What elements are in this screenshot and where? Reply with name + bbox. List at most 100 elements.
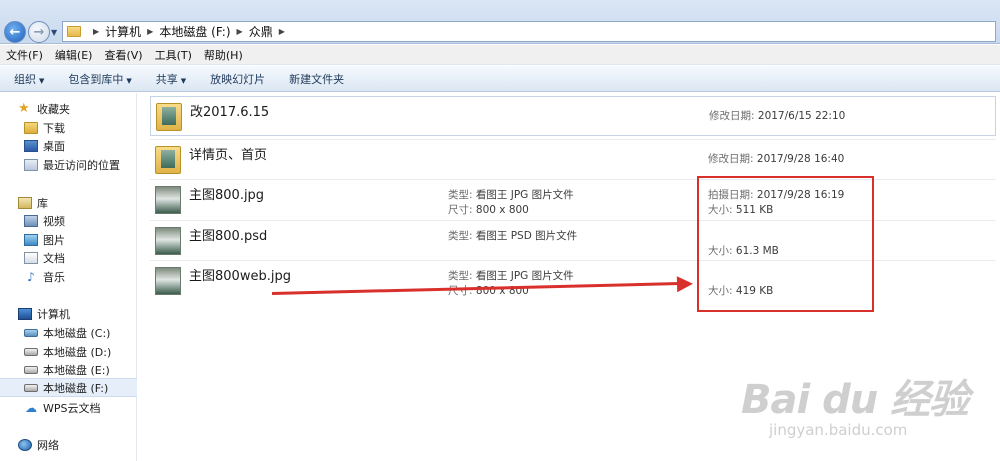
field-label: 修改日期: <box>709 110 755 122</box>
watermark-logo: Bai du 经验 <box>741 377 969 423</box>
field-value: 2017/6/15 22:10 <box>757 110 846 122</box>
field-value: 800 x 800 <box>475 204 529 216</box>
sidebar-item-label: 视频 <box>43 214 65 228</box>
menu-tools[interactable]: 工具(T) <box>155 47 192 63</box>
share-label: 共享 <box>155 72 178 86</box>
network-globe-icon <box>18 438 32 451</box>
sidebar-item-pictures[interactable]: 图片 <box>0 230 137 249</box>
sidebar-item-label: 网络 <box>37 438 59 452</box>
sidebar-item-recent[interactable]: 最近访问的位置 <box>0 155 137 174</box>
file-type: 类型: 看图王 JPG 图片文件 <box>448 187 574 202</box>
file-type: 类型: 看图王 JPG 图片文件 <box>448 268 574 283</box>
sidebar-item-desktop[interactable]: 桌面 <box>0 136 137 155</box>
drive-icon <box>24 365 38 374</box>
file-name: 改2017.6.15 <box>190 105 270 120</box>
address-bar-area: ← → ▼ ▶ 计算机 ▶ 本地磁盘 (F:) ▶ 众鼎 ▶ <box>0 0 1000 44</box>
field-label: 类型: <box>448 189 473 201</box>
baidu-watermark: Bai du 经验 jingyan.baidu.com <box>741 367 969 439</box>
menu-edit[interactable]: 编辑(E) <box>55 47 93 63</box>
file-name: 主图800.psd <box>189 229 268 244</box>
caret-down-icon: ▼ <box>39 76 45 85</box>
drive-icon <box>24 347 38 356</box>
file-dimensions: 尺寸: 800 x 800 <box>448 202 529 217</box>
menu-file[interactable]: 文件(F) <box>6 47 43 63</box>
back-arrow-icon: ← <box>9 24 21 40</box>
sidebar-item-music[interactable]: ♪ 音乐 <box>0 267 137 286</box>
slideshow-button[interactable]: 放映幻灯片 <box>210 71 265 87</box>
image-thumbnail <box>155 227 181 255</box>
sidebar-item-downloads[interactable]: 下载 <box>0 118 137 137</box>
breadcrumb-drive-f[interactable]: 本地磁盘 (F:) <box>159 23 230 40</box>
sidebar-item-label: 文档 <box>43 251 65 265</box>
back-button[interactable]: ← <box>4 21 26 43</box>
modified-date: 修改日期: 2017/6/15 22:10 <box>709 108 845 123</box>
sidebar-item-label: 下载 <box>43 121 65 135</box>
annotation-highlight-box <box>697 176 874 312</box>
pictures-icon <box>24 233 38 246</box>
folder-icon <box>155 146 181 174</box>
include-library-label: 包含到库中 <box>68 72 124 86</box>
file-type: 类型: 看图王 PSD 图片文件 <box>448 228 577 243</box>
breadcrumb-computer[interactable]: 计算机 <box>105 23 141 40</box>
field-value: 看图王 PSD 图片文件 <box>475 230 578 242</box>
computer-icon <box>18 307 32 320</box>
menu-help[interactable]: 帮助(H) <box>204 47 243 63</box>
field-label: 类型: <box>448 230 473 242</box>
sidebar-item-label: 最近访问的位置 <box>43 158 120 172</box>
library-icon <box>18 196 32 209</box>
chevron-right-icon[interactable]: ▶ <box>237 27 243 36</box>
sidebar-item-computer[interactable]: 计算机 <box>0 304 137 323</box>
field-value: 看图王 JPG 图片文件 <box>475 189 574 201</box>
forward-arrow-icon: → <box>33 24 45 40</box>
address-box[interactable]: ▶ 计算机 ▶ 本地磁盘 (F:) ▶ 众鼎 ▶ <box>62 21 996 42</box>
sidebar-item-label: 计算机 <box>37 307 70 321</box>
history-dropdown-icon[interactable]: ▼ <box>51 28 57 37</box>
caret-down-icon: ▼ <box>180 76 187 85</box>
new-folder-button[interactable]: 新建文件夹 <box>289 71 344 87</box>
chevron-right-icon[interactable]: ▶ <box>279 27 285 36</box>
sidebar-item-label: 本地磁盘 (D:) <box>43 345 112 359</box>
sidebar-item-videos[interactable]: 视频 <box>0 211 137 230</box>
sidebar-item-libraries[interactable]: 库 <box>0 193 137 212</box>
chevron-right-icon[interactable]: ▶ <box>93 27 99 36</box>
file-name: 主图800.jpg <box>189 188 265 203</box>
folder-icon <box>156 103 182 131</box>
sidebar-item-label: 本地磁盘 (F:) <box>43 381 109 395</box>
sidebar-item-label: WPS云文档 <box>43 401 101 415</box>
sidebar-item-wps[interactable]: ☁ WPS云文档 <box>0 398 137 417</box>
sidebar-item-label: 音乐 <box>43 270 65 284</box>
navigation-pane: ★ 收藏夹 下载 桌面 最近访问的位置 库 视频 图片 文档 ♪ 音乐 计算机 本地… <box>0 93 137 461</box>
sidebar-item-label: 库 <box>37 196 48 210</box>
file-name: 主图800web.jpg <box>189 269 291 284</box>
list-item[interactable]: 详情页、首页 修改日期: 2017/9/28 16:40 <box>150 139 996 179</box>
organize-label: 组织 <box>14 72 36 86</box>
sidebar-item-drive-f[interactable]: 本地磁盘 (F:) <box>0 378 137 397</box>
forward-button[interactable]: → <box>28 21 50 43</box>
image-thumbnail <box>155 267 181 295</box>
list-item[interactable]: 改2017.6.15 修改日期: 2017/6/15 22:10 <box>150 96 996 136</box>
music-note-icon: ♪ <box>27 269 35 284</box>
sidebar-item-favorites[interactable]: ★ 收藏夹 <box>0 99 137 118</box>
recent-places-icon <box>24 158 38 171</box>
file-name: 详情页、首页 <box>189 148 268 163</box>
sidebar-item-label: 本地磁盘 (C:) <box>43 326 111 340</box>
menu-view[interactable]: 查看(V) <box>104 47 142 63</box>
sidebar-item-label: 收藏夹 <box>37 102 70 116</box>
menu-bar: 文件(F) 编辑(E) 查看(V) 工具(T) 帮助(H) <box>0 45 1000 65</box>
chevron-right-icon[interactable]: ▶ <box>147 27 153 36</box>
field-label: 类型: <box>448 270 473 282</box>
breadcrumb-folder[interactable]: 众鼎 <box>249 23 273 40</box>
include-library-button[interactable]: 包含到库中 ▼ <box>68 71 131 87</box>
sidebar-item-drive-e[interactable]: 本地磁盘 (E:) <box>0 360 137 379</box>
sidebar-item-documents[interactable]: 文档 <box>0 248 137 267</box>
document-icon <box>24 251 38 264</box>
sidebar-item-network[interactable]: 网络 <box>0 435 137 454</box>
download-folder-icon <box>24 121 38 134</box>
sidebar-item-drive-d[interactable]: 本地磁盘 (D:) <box>0 342 137 361</box>
image-thumbnail <box>155 186 181 214</box>
folder-icon <box>67 26 81 37</box>
organize-button[interactable]: 组织 ▼ <box>14 71 44 87</box>
sidebar-item-drive-c[interactable]: 本地磁盘 (C:) <box>0 323 137 342</box>
share-button[interactable]: 共享 ▼ <box>156 71 186 87</box>
desktop-icon <box>24 139 38 152</box>
